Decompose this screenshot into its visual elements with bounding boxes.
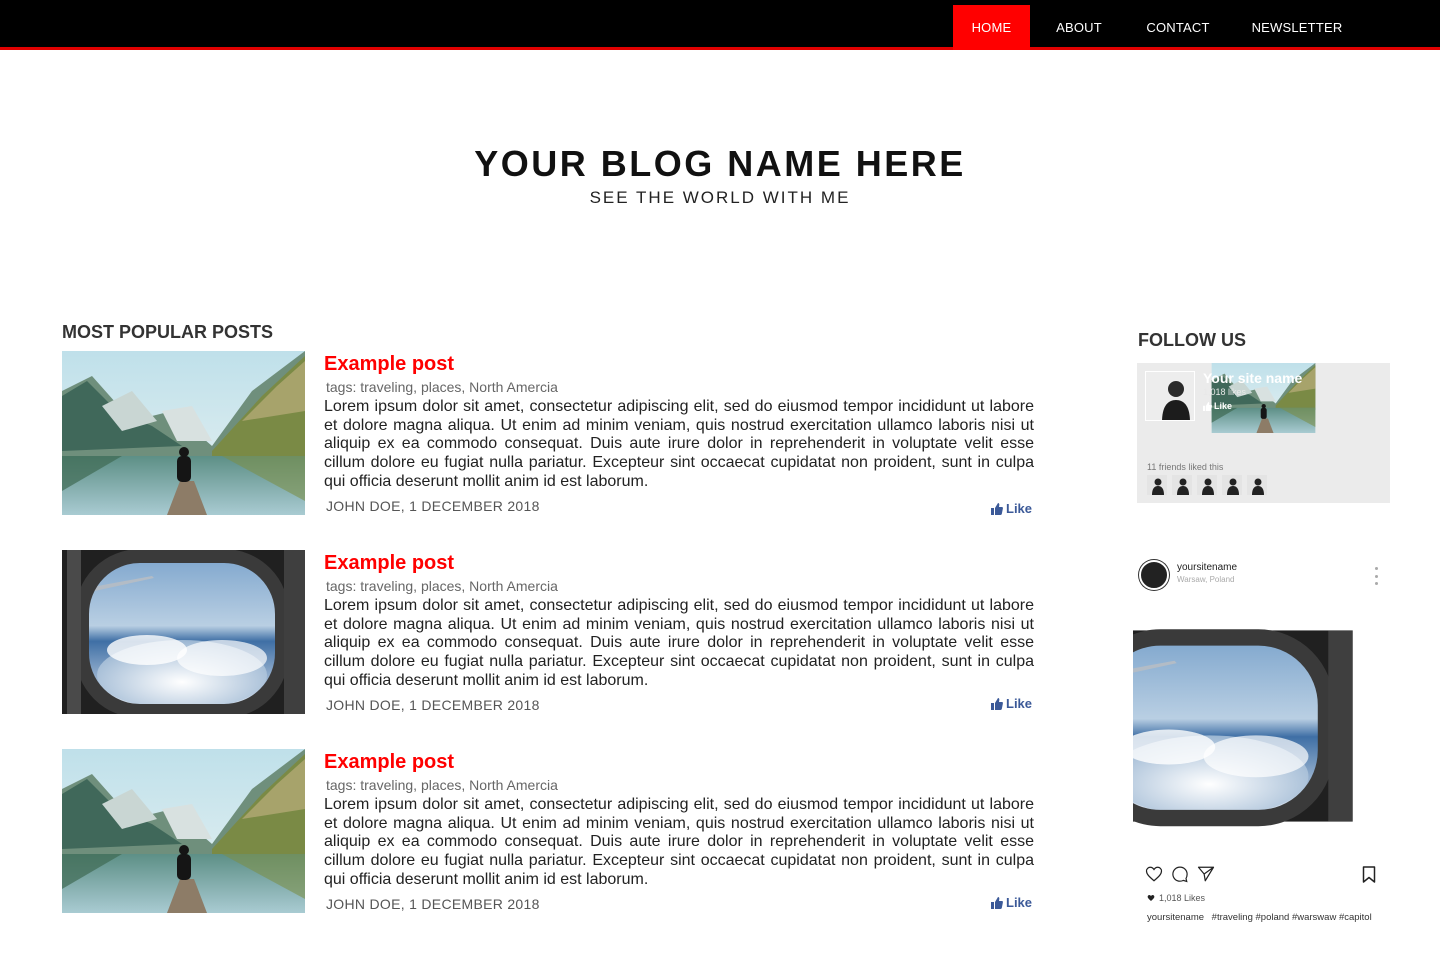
friend-avatar[interactable] xyxy=(1247,475,1267,495)
like-button[interactable]: Like xyxy=(991,696,1032,711)
thumbs-up-icon xyxy=(1203,401,1212,411)
heart-icon[interactable] xyxy=(1145,865,1163,883)
nav-contact[interactable]: CONTACT xyxy=(1128,5,1228,50)
friend-avatar[interactable] xyxy=(1147,475,1167,495)
post-body: Lorem ipsum dolor sit amet, consectetur … xyxy=(324,796,1034,888)
thumbs-up-icon xyxy=(991,896,1003,909)
like-label: Like xyxy=(1006,696,1033,711)
facebook-friends-text: 11 friends liked this xyxy=(1147,462,1224,472)
like-button[interactable]: Like xyxy=(991,895,1032,910)
thumbs-up-icon xyxy=(991,697,1003,710)
instagram-location[interactable]: Warsaw, Poland xyxy=(1177,575,1235,584)
friend-avatar[interactable] xyxy=(1222,475,1242,495)
instagram-username[interactable]: yoursitename xyxy=(1177,562,1237,573)
top-navbar: HOME ABOUT CONTACT NEWSLETTER xyxy=(0,0,1440,50)
nav-about[interactable]: ABOUT xyxy=(1030,5,1128,50)
comment-icon[interactable] xyxy=(1171,865,1189,883)
thumbs-up-icon xyxy=(991,502,1003,515)
post-tags: tags: traveling, places, North Amercia xyxy=(326,379,558,395)
post-image-airplane-window[interactable] xyxy=(62,550,305,714)
blog-tagline: SEE THE WORLD WITH ME xyxy=(589,188,851,207)
post-card: Example post tags: traveling, places, No… xyxy=(62,351,1034,521)
instagram-likes-text: 1,018 Likes xyxy=(1159,893,1206,903)
post-image-mountain-lake[interactable] xyxy=(62,351,305,515)
instagram-actions xyxy=(1145,865,1215,883)
facebook-like-label: Like xyxy=(1214,401,1233,411)
bookmark-icon[interactable] xyxy=(1362,866,1376,883)
posts-section-title: MOST POPULAR POSTS xyxy=(62,322,274,342)
facebook-page-widget[interactable]: Your site name 1,018 likes Like 11 frien… xyxy=(1137,363,1390,503)
instagram-caption-text: #traveling #poland #warswaw #capitol xyxy=(1211,912,1372,923)
post-tags: tags: traveling, places, North Amercia xyxy=(326,777,558,793)
post-title[interactable]: Example post xyxy=(324,353,454,376)
post-tags: tags: traveling, places, North Amercia xyxy=(326,578,558,594)
post-body: Lorem ipsum dolor sit amet, consectetur … xyxy=(324,398,1034,490)
post-card: Example post tags: traveling, places, No… xyxy=(62,550,1034,720)
facebook-page-likes: 1,018 likes xyxy=(1203,387,1247,397)
more-icon[interactable] xyxy=(1370,567,1382,585)
post-body: Lorem ipsum dolor sit amet, consectetur … xyxy=(324,597,1034,689)
instagram-photo[interactable] xyxy=(1133,597,1390,855)
facebook-cover-image: Your site name 1,018 likes Like xyxy=(1137,363,1390,433)
instagram-caption-user[interactable]: yoursitename xyxy=(1147,912,1204,923)
friend-avatar[interactable] xyxy=(1172,475,1192,495)
instagram-caption: yoursitename #traveling #poland #warswaw… xyxy=(1147,912,1372,923)
instagram-avatar[interactable] xyxy=(1139,560,1169,590)
blog-title: YOUR BLOG NAME HERE xyxy=(474,143,966,184)
like-label: Like xyxy=(1006,501,1033,516)
post-image-mountain-lake[interactable] xyxy=(62,749,305,913)
nav-newsletter[interactable]: NEWSLETTER xyxy=(1228,5,1366,50)
like-label: Like xyxy=(1006,895,1033,910)
facebook-friends-list xyxy=(1147,475,1267,495)
post-card: Example post tags: traveling, places, No… xyxy=(62,749,1034,919)
post-meta: JOHN DOE, 1 DECEMBER 2018 xyxy=(326,896,540,912)
heart-icon xyxy=(1147,895,1155,901)
send-icon[interactable] xyxy=(1197,865,1215,883)
like-button[interactable]: Like xyxy=(991,501,1032,516)
follow-us-title: FOLLOW US xyxy=(1138,330,1246,350)
instagram-like-count: 1,018 Likes xyxy=(1147,893,1205,903)
facebook-page-name[interactable]: Your site name xyxy=(1203,370,1302,386)
post-meta: JOHN DOE, 1 DECEMBER 2018 xyxy=(326,498,540,514)
post-meta: JOHN DOE, 1 DECEMBER 2018 xyxy=(326,697,540,713)
nav-home[interactable]: HOME xyxy=(953,5,1030,50)
main-nav: HOME ABOUT CONTACT NEWSLETTER xyxy=(953,5,1366,50)
friend-avatar[interactable] xyxy=(1197,475,1217,495)
post-title[interactable]: Example post xyxy=(324,751,454,774)
facebook-like-button[interactable]: Like xyxy=(1203,401,1232,411)
post-title[interactable]: Example post xyxy=(324,552,454,575)
facebook-page-avatar[interactable] xyxy=(1145,371,1195,421)
instagram-post-widget: yoursitename Warsaw, Poland 1,018 Likes … xyxy=(1133,555,1390,935)
